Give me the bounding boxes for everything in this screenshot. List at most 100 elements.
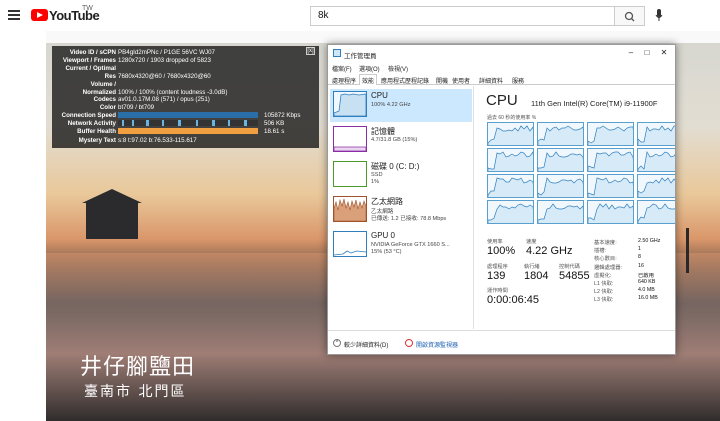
task-manager-window: 工作管理員 – □ ✕ 檔案(F) 選項(O) 檢視(V) 處理程序 效能 應用… xyxy=(327,44,676,355)
menu-view[interactable]: 檢視(V) xyxy=(388,64,408,73)
spec-value: 1 xyxy=(638,246,641,253)
cpu-core-graph xyxy=(537,148,584,172)
search-input[interactable]: 8k xyxy=(310,6,615,26)
spec-label: L2 快取: xyxy=(594,289,614,296)
processes-label: 處理程序 xyxy=(487,264,508,270)
menu-file[interactable]: 檔案(F) xyxy=(332,64,352,73)
cpu-mini-graph xyxy=(333,91,367,117)
cpu-core-graph xyxy=(537,200,584,224)
cpu-core-graphs xyxy=(487,122,675,224)
search-button[interactable] xyxy=(615,6,645,26)
stats-label: Current / Optimal xyxy=(65,64,116,72)
maximize-icon[interactable]: □ xyxy=(641,47,653,59)
sidebar-item-cpu[interactable]: CPU 100% 4.22 GHz xyxy=(330,89,472,122)
cpu-detail-pane: CPU 11th Gen Intel(R) Core(TM) i9-11900F… xyxy=(478,86,675,329)
spec-label: 邏輯處理器: xyxy=(594,264,622,271)
resource-monitor-icon xyxy=(405,339,413,347)
sidebar-item-gpu[interactable]: GPU 0 NVIDIA GeForce GTX 1660 S... 15% (… xyxy=(330,229,472,262)
cpu-core-graph xyxy=(537,174,584,198)
menu-icon[interactable] xyxy=(8,10,20,20)
sidebar-item-disk[interactable]: 磁碟 0 (C: D:) SSD 1% xyxy=(330,159,472,192)
stats-label: Mystery Text xyxy=(78,137,116,144)
spec-value: 640 KB xyxy=(638,279,656,285)
stats-value: 105872 Kbps xyxy=(264,112,301,119)
tab-users[interactable]: 使用者 xyxy=(452,76,470,85)
usage-value: 100% xyxy=(487,245,516,257)
handles-label: 控制代碼 xyxy=(559,264,580,270)
cpu-core-graph xyxy=(637,148,675,172)
threads-label: 執行緒 xyxy=(524,264,540,270)
video-caption-location: 臺南市 北門區 xyxy=(84,384,187,400)
tab-details[interactable]: 詳細資料 xyxy=(479,76,503,85)
cpu-core-graph xyxy=(487,200,534,224)
cpu-core-graph xyxy=(637,174,675,198)
speed-label: 速度 xyxy=(526,239,537,245)
spec-label: 基本速度: xyxy=(594,240,617,246)
sidebar-item-sub: SSD xyxy=(371,172,383,178)
speed-value: 4.22 GHz xyxy=(526,245,573,257)
spec-label: 虛擬化: xyxy=(594,272,612,279)
tab-processes[interactable]: 處理程序 xyxy=(332,76,356,85)
network-activity-bar xyxy=(118,120,258,126)
stats-row: Viewport / Frames 1280x720 / 1903 dropped… xyxy=(52,57,319,65)
sidebar-item-ethernet[interactable]: 乙太網路 乙太網路 已傳送: 1.2 已接收: 78.8 Mbps xyxy=(330,194,472,227)
resource-monitor-link[interactable]: 開啟資源監視器 xyxy=(416,340,458,349)
window-titlebar[interactable]: 工作管理員 – □ ✕ xyxy=(328,45,675,62)
fewer-details-link[interactable]: 較少詳細資料(D) xyxy=(344,340,388,349)
spec-value: 4.0 MB xyxy=(638,287,655,294)
cpu-core-graph xyxy=(637,122,675,146)
stats-value: s:8 t:97.02 b:76.533-115.617 xyxy=(118,137,197,144)
stats-label: Color xyxy=(99,104,116,112)
stats-row: Mystery Text s:8 t:97.02 b:76.533-115.61… xyxy=(52,137,319,145)
sidebar-item-sub: 4.7/31.8 GB (15%) xyxy=(371,137,418,143)
disk-mini-graph xyxy=(333,161,367,187)
tab-services[interactable]: 服務 xyxy=(512,76,524,85)
cpu-core-graph xyxy=(487,122,534,146)
tab-app-history[interactable]: 應用程式歷程記錄 xyxy=(381,76,429,85)
cpu-heading: CPU xyxy=(486,92,518,109)
ethernet-mini-graph xyxy=(333,196,367,222)
spec-value: 16.0 MB xyxy=(638,295,658,302)
stats-label: Network Activity xyxy=(67,120,116,127)
spec-label: L3 快取: xyxy=(594,297,614,304)
spec-value: 8 xyxy=(638,254,641,261)
sidebar-item-label: CPU xyxy=(371,91,388,100)
menu-options[interactable]: 選項(O) xyxy=(359,64,380,73)
spec-label: L1 快取: xyxy=(594,281,614,287)
tab-performance[interactable]: 效能 xyxy=(359,74,378,85)
stats-value: 100% / 100% (content loudness -3.0dB) xyxy=(118,88,228,96)
stats-label: Res xyxy=(104,72,116,80)
stats-value: 506 KB xyxy=(264,120,285,127)
cpu-core-graph xyxy=(587,122,634,146)
microphone-icon[interactable] xyxy=(655,9,663,22)
spec-label: 核心數目: xyxy=(594,256,617,263)
stats-label: Codecs xyxy=(93,96,116,104)
gpu-mini-graph xyxy=(333,231,367,257)
youtube-logo-icon[interactable] xyxy=(31,9,48,21)
tab-startup[interactable]: 開機 xyxy=(436,76,448,85)
sidebar-item-memory[interactable]: 記憶體 4.7/31.8 GB (15%) xyxy=(330,124,472,157)
stats-label: Normalized xyxy=(82,88,116,96)
country-code: TW xyxy=(82,5,93,12)
sidebar-item-sub: NVIDIA GeForce GTX 1660 S... xyxy=(371,242,450,248)
chevron-up-icon[interactable]: ^ xyxy=(333,339,341,347)
youtube-header: YouTube TW 8k xyxy=(0,0,720,31)
video-caption-title: 井仔腳鹽田 xyxy=(80,355,196,380)
sidebar-item-label: 乙太網路 xyxy=(371,197,403,206)
stats-row: Volume / xyxy=(52,81,319,89)
page: YouTube TW 8k [x] Video ID / sCPN PB4gId… xyxy=(0,0,720,421)
stats-label: Viewport / Frames xyxy=(62,56,116,64)
minimize-icon[interactable]: – xyxy=(625,47,637,59)
stats-row: Normalized 100% / 100% (content loudness … xyxy=(52,89,319,97)
close-icon[interactable]: ✕ xyxy=(658,47,670,59)
usage-label: 使用率 xyxy=(487,239,503,245)
cpu-core-graph xyxy=(587,200,634,224)
spec-value: 已啟用 xyxy=(638,272,654,279)
spec-label: 插槽: xyxy=(594,248,607,255)
performance-sidebar: CPU 100% 4.22 GHz 記憶體 4.7/31.8 GB (15%) … xyxy=(328,86,474,329)
cpu-core-graph xyxy=(487,174,534,198)
stats-value: 7680x4320@60 / 7680x4320@60 xyxy=(118,72,211,80)
stats-row: Res 7680x4320@60 / 7680x4320@60 xyxy=(52,73,319,81)
sidebar-item-label: GPU 0 xyxy=(371,231,396,240)
task-manager-footer: ^ 較少詳細資料(D) 開啟資源監視器 xyxy=(328,330,675,354)
